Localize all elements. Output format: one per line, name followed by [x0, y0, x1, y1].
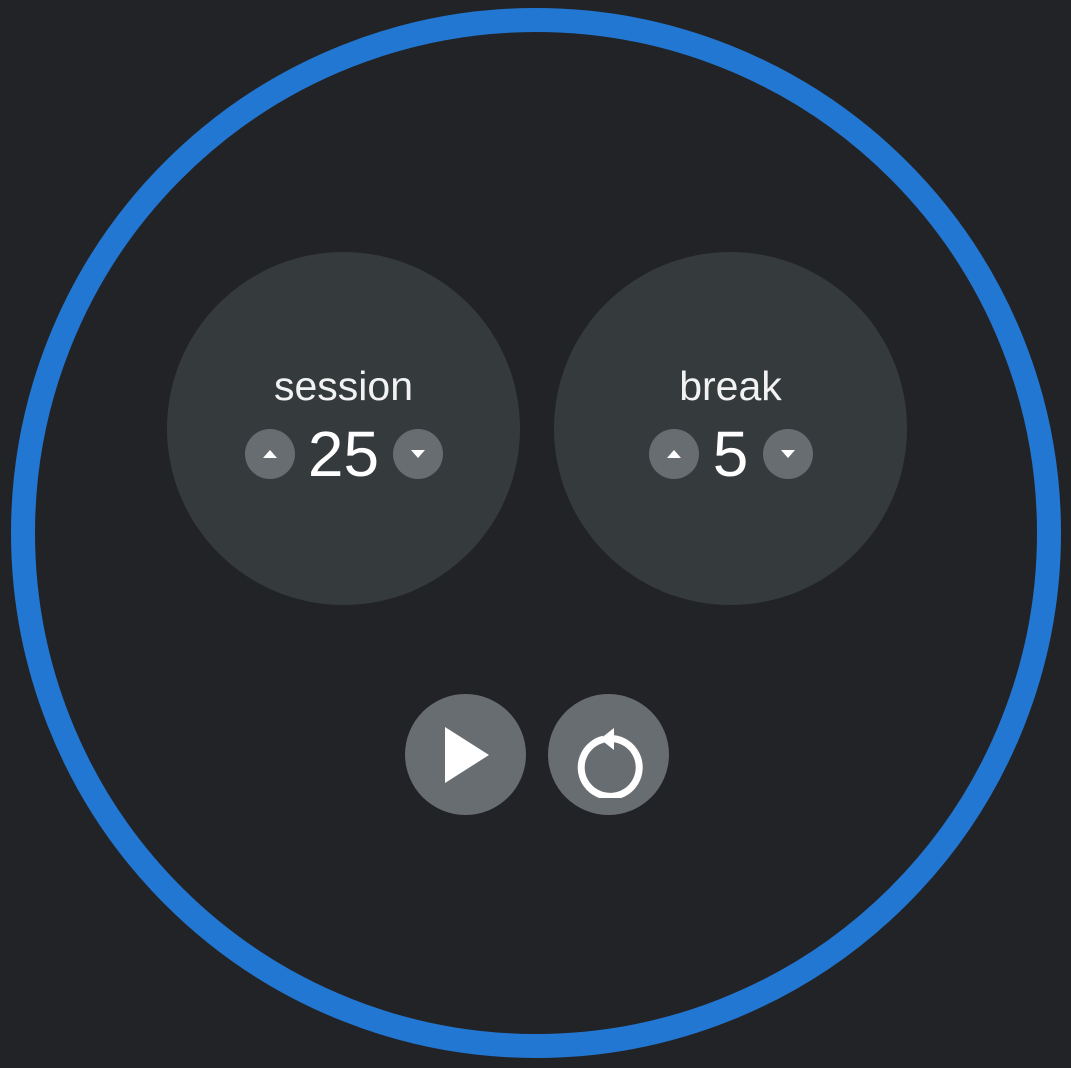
- session-label: session: [273, 363, 413, 409]
- break-label: break: [679, 363, 782, 409]
- play-icon: [444, 726, 489, 783]
- break-panel: break 5: [554, 252, 907, 605]
- pomodoro-app: session 25 break 5: [0, 0, 1071, 1068]
- caret-down-icon: [780, 450, 795, 458]
- session-increment-button[interactable]: [244, 429, 295, 479]
- session-length-value: 25: [307, 418, 380, 490]
- progress-ring: [11, 8, 1061, 1058]
- break-decrement-button[interactable]: [762, 429, 813, 479]
- session-stepper: 25: [167, 422, 520, 486]
- session-decrement-button[interactable]: [392, 429, 443, 479]
- reset-button[interactable]: [548, 694, 669, 815]
- break-length-value: 5: [712, 418, 749, 490]
- break-stepper: 5: [554, 422, 907, 486]
- session-panel: session 25: [167, 252, 520, 605]
- caret-down-icon: [410, 450, 425, 458]
- progress-ring-arc: [11, 8, 1061, 1058]
- play-button[interactable]: [405, 694, 526, 815]
- break-increment-button[interactable]: [648, 429, 699, 479]
- caret-up-icon: [666, 450, 681, 458]
- reset-icon: [577, 727, 643, 798]
- caret-up-icon: [262, 450, 277, 458]
